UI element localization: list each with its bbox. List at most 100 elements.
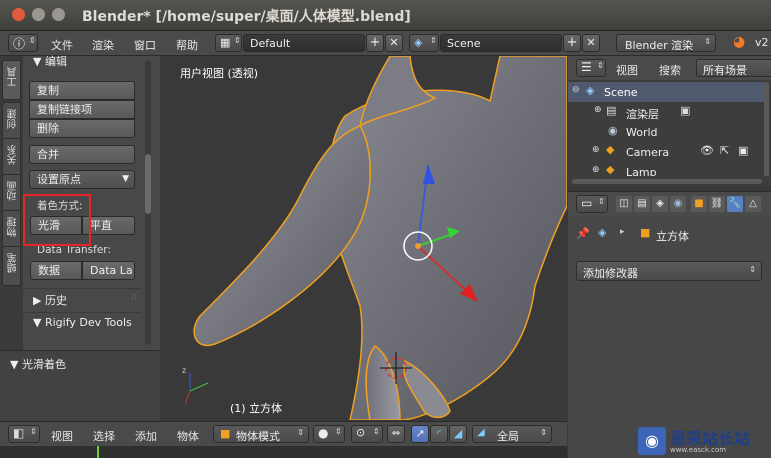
layout-grid-icon: ▦ <box>220 36 231 49</box>
add-modifier-dropdown[interactable]: 添加修改器 ⇕ <box>576 261 762 281</box>
world-icon: ◉ <box>608 124 618 137</box>
remove-scene-button[interactable]: ✕ <box>582 34 600 52</box>
screen-layout-field[interactable]: Default <box>243 34 365 52</box>
cursor-select-icon[interactable]: ⇱ <box>720 144 729 157</box>
remove-layout-button[interactable]: ✕ <box>385 34 403 52</box>
tab-relations[interactable]: 关系 <box>2 138 21 178</box>
object-small-icon: ◈ <box>598 226 607 239</box>
outliner-editor-select[interactable]: ☰ ⇕ <box>576 59 606 77</box>
scene-name: Scene <box>447 37 481 50</box>
menu-view[interactable]: 视图 <box>51 428 73 444</box>
data-tab-icon[interactable]: △ <box>745 196 761 212</box>
collapse-icon[interactable]: ⊖ <box>572 85 580 95</box>
render-tab-icon[interactable]: ◫ <box>616 196 632 212</box>
expand-icon[interactable]: ⊕ <box>592 165 600 175</box>
editor-type-select[interactable]: ⓘ ⇕ <box>8 34 38 52</box>
menu-select[interactable]: 选择 <box>93 428 115 444</box>
outliner-row-camera[interactable]: ⊕ ◆ Camera 👁 ⇱ ▣ <box>568 142 764 162</box>
minimize-window-button[interactable] <box>32 8 45 21</box>
tab-physics[interactable]: 物理 <box>2 210 21 250</box>
menu-object[interactable]: 物体 <box>177 428 199 444</box>
current-frame-marker[interactable] <box>97 446 99 458</box>
pivot-point-select[interactable]: ⊙ ⇕ <box>351 425 383 443</box>
watermark-url: www.easck.com <box>670 446 727 454</box>
smooth-shading-operator-title[interactable]: ▼ 光滑着色 <box>10 356 66 372</box>
menu-add[interactable]: 添加 <box>135 428 157 444</box>
maximize-window-button[interactable] <box>52 8 65 21</box>
modifiers-tab-icon[interactable]: 🔧 <box>727 196 743 212</box>
menu-help[interactable]: 帮助 <box>176 37 198 53</box>
data-transfer-button[interactable]: 数据 <box>30 261 82 280</box>
menu-file[interactable]: 文件 <box>51 37 73 53</box>
outliner-menu-view[interactable]: 视图 <box>616 62 638 78</box>
operator-panel: ▼ 光滑着色 <box>0 350 160 421</box>
expand-icon[interactable]: ⊕ <box>594 105 602 115</box>
close-window-button[interactable] <box>12 8 25 21</box>
tab-grease-pencil[interactable]: 蜡笔 <box>2 246 21 286</box>
scene-tab-icon[interactable]: ◈ <box>652 196 668 212</box>
manipulator-toggle-button[interactable]: ⇔ <box>387 425 405 443</box>
watermark-logo-icon: ◉ <box>638 427 666 455</box>
info-header: ⓘ ⇕ 文件 渲染 窗口 帮助 ▦ ⇕ Default + ✕ ◈ ⇕ Scen… <box>0 31 771 56</box>
tab-create[interactable]: 创建 <box>2 102 21 142</box>
mesh-arm[interactable] <box>193 125 371 347</box>
timeline-strip[interactable] <box>0 446 567 458</box>
data-layout-button[interactable]: Data La <box>82 261 135 280</box>
outliner-scrollbar[interactable] <box>764 82 769 180</box>
duplicate-linked-button[interactable]: 复制链接项 <box>29 100 135 119</box>
rotate-manipulator-button[interactable]: ◜ <box>430 425 448 443</box>
translate-manipulator-button[interactable]: ↗ <box>411 425 429 443</box>
sphere-icon: ● <box>318 426 329 440</box>
expand-icon[interactable]: ⊕ <box>592 145 600 155</box>
history-section-header[interactable]: ▶ 历史 ⁞⁞ <box>23 288 141 309</box>
rigify-section-header[interactable]: ▼ Rigify Dev Tools <box>23 312 141 333</box>
tab-tools[interactable]: 工具 <box>2 60 21 100</box>
chevron-updown-icon: ⇕ <box>704 37 711 46</box>
screen-layout-name: Default <box>250 37 291 50</box>
delete-button[interactable]: 删除 <box>29 119 135 138</box>
transform-orientation-select[interactable]: ◢ 全局 ⇕ <box>472 425 552 443</box>
duplicate-button[interactable]: 复制 <box>29 81 135 100</box>
scene-icon-button[interactable]: ◈ ⇕ <box>409 34 439 52</box>
menu-window[interactable]: 窗口 <box>134 37 156 53</box>
viewport-scene <box>184 56 567 420</box>
eye-icon[interactable]: 👁 <box>700 144 714 157</box>
edit-section-header[interactable]: ▼ 编辑 <box>33 53 67 69</box>
add-layout-button[interactable]: + <box>366 34 384 52</box>
screen-layout-icon-button[interactable]: ▦ ⇕ <box>215 34 242 52</box>
join-button[interactable]: 合并 <box>29 145 135 164</box>
window-titlebar: Blender* [/home/super/桌面/人体模型.blend] <box>0 0 771 31</box>
add-scene-button[interactable]: + <box>563 34 581 52</box>
scrollbar-thumb[interactable] <box>145 154 151 214</box>
chevron-updown-icon: ⇕ <box>297 428 304 437</box>
scale-manipulator-button[interactable]: ◢ <box>449 425 467 443</box>
chevron-updown-icon: ⇕ <box>749 265 756 274</box>
menu-render[interactable]: 渲染 <box>92 37 114 53</box>
object-label: (1) 立方体 <box>230 402 283 415</box>
pin-icon[interactable]: 📌 <box>576 227 590 240</box>
outliner-row-scene[interactable]: ⊖ ◈ Scene <box>568 82 764 102</box>
properties-editor-select[interactable]: ▭ ⇕ <box>576 195 608 213</box>
outliner-row-render-layers[interactable]: ⊕ ▤ 渲染层 ▣ <box>568 102 764 122</box>
outliner-row-world[interactable]: ◉ World <box>568 122 764 142</box>
3d-viewport[interactable]: z 用户视图 (透视) (1) 立方体 <box>160 56 567 420</box>
outliner-hscroll[interactable] <box>568 176 771 186</box>
toolshelf-scrollbar[interactable] <box>145 60 151 345</box>
outliner-filter-select[interactable]: 所有场景 <box>696 59 771 77</box>
world-tab-icon[interactable]: ◉ <box>670 196 686 212</box>
constraints-tab-icon[interactable]: ⛓ <box>709 196 725 212</box>
render-layers-tab-icon[interactable]: ▤ <box>634 196 650 212</box>
render-engine-select[interactable]: Blender 渲染 ⇕ <box>616 34 716 52</box>
tab-animation[interactable]: 动画 <box>2 174 21 214</box>
window-title: Blender* [/home/super/桌面/人体模型.blend] <box>82 9 411 25</box>
outliner-menu-search[interactable]: 搜索 <box>659 62 681 78</box>
editor-type-select-3d[interactable]: ◧ ⇕ <box>8 425 40 443</box>
scene-field[interactable]: Scene <box>440 34 562 52</box>
mode-select[interactable]: ■ 物体模式 ⇕ <box>213 425 309 443</box>
scene-icon: ◈ <box>414 36 423 49</box>
render-camera-icon[interactable]: ▣ <box>738 144 748 157</box>
object-tab-icon[interactable]: ■ <box>691 196 707 212</box>
outliner-filter-name: 所有场景 <box>703 64 747 77</box>
set-origin-dropdown[interactable]: 设置原点 ▼ <box>29 170 135 189</box>
viewport-shading-select[interactable]: ● ⇕ <box>313 425 345 443</box>
